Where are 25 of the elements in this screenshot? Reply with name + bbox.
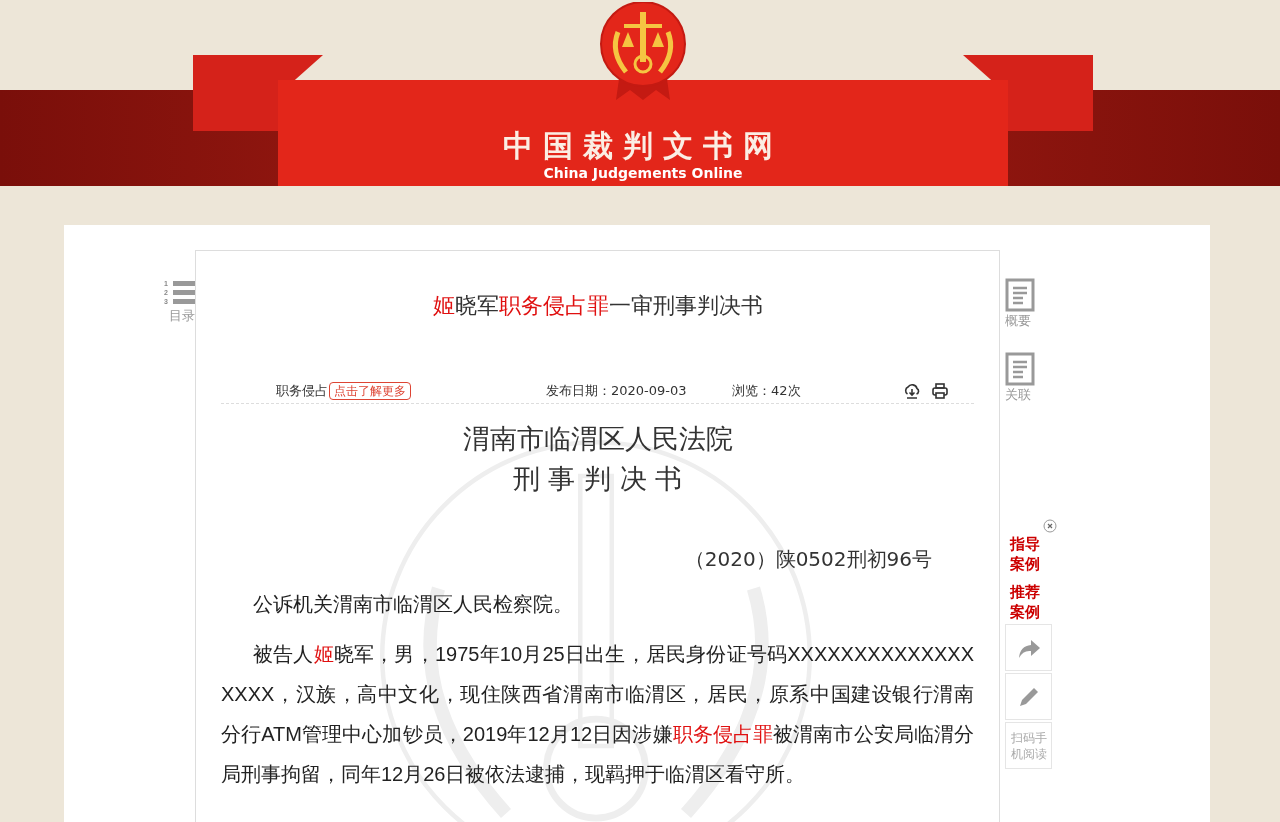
- edit-button[interactable]: [1005, 673, 1052, 720]
- print-icon[interactable]: [931, 382, 949, 400]
- court-emblem-icon: [598, 2, 688, 102]
- case-link[interactable]: 推荐案例: [1010, 582, 1044, 622]
- cause-label: 职务侵占: [276, 382, 328, 400]
- site-name: 中国裁判文书网: [503, 128, 783, 164]
- document-paragraph: 被告人姬晓军，男，1975年10月25日出生，居民身份证号码XXXXXXXXXXXXXXXXXX，汉族，高中文化，现住陕西省渭南市临渭区，居民，原系中国建设银行渭南分行ATM管理中心加钞员，2019年12月12日因涉嫌职务侵占罪被渭南市公安局临渭分局刑事拘留，同年12月26日被依法逮捕，现羁押于临渭区看守所。: [221, 642, 974, 787]
- side-nav-item[interactable]: 关联: [1005, 352, 1035, 404]
- case-link[interactable]: 指导案例: [1010, 534, 1044, 574]
- document-paragraph: 公诉机关渭南市临渭区人民检察院。: [252, 592, 574, 617]
- side-nav-item[interactable]: 概要: [1005, 278, 1035, 330]
- site-name-english: China Judgements Online: [543, 164, 743, 182]
- case-number: （2020）陕0502刑初96号: [683, 546, 933, 573]
- close-icon[interactable]: [1043, 519, 1057, 533]
- qr-read-button[interactable]: 扫码手机阅读: [1005, 722, 1052, 769]
- share-button[interactable]: [1005, 624, 1052, 671]
- download-icon[interactable]: [903, 382, 921, 400]
- learn-more-link[interactable]: 点击了解更多: [329, 382, 411, 400]
- document-type: 刑 事 判 决 书: [511, 462, 684, 496]
- view-count: 浏览：42次: [732, 382, 802, 400]
- document-title: 姬晓军职务侵占罪一审刑事判决书: [431, 292, 764, 320]
- publish-date: 发布日期：2020-09-03: [546, 382, 688, 400]
- document-icon: [1005, 278, 1035, 312]
- document-icon: [1005, 352, 1035, 386]
- court-name: 渭南市临渭区人民法院: [461, 422, 734, 456]
